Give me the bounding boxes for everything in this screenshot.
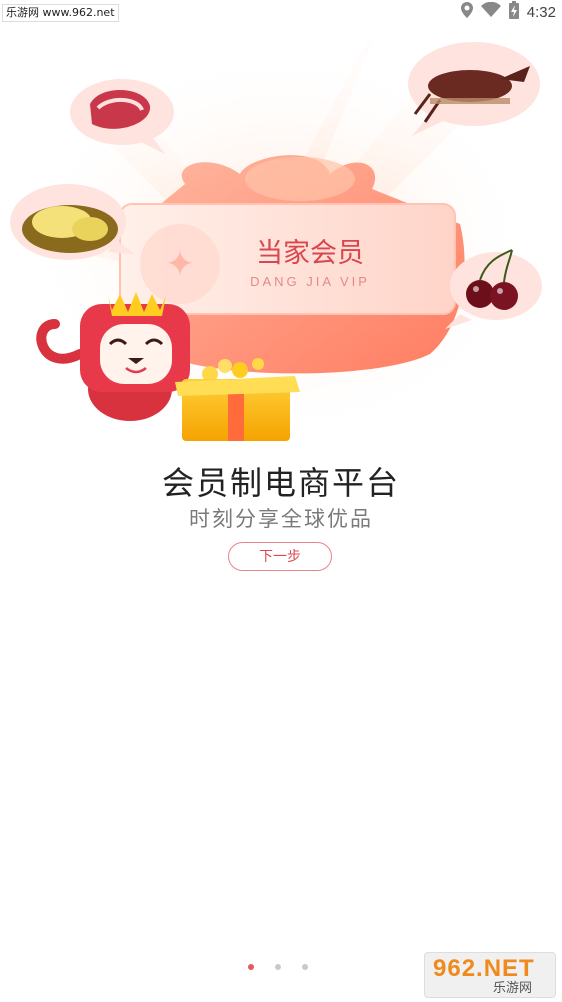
onboarding-headline: 会员制电商平台 xyxy=(161,464,400,502)
page-dot-2[interactable] xyxy=(275,964,281,970)
hero-graphic: ✦ 当家会员 DANG JIA VIP xyxy=(10,24,542,444)
status-bar: 乐游网 www.962.net 4:32 xyxy=(0,0,562,24)
status-icons: 4:32 xyxy=(460,0,556,24)
hero-illustration: ✦ 当家会员 DANG JIA VIP xyxy=(0,24,562,444)
vip-card-title: 当家会员 xyxy=(256,238,364,269)
svg-text:✦: ✦ xyxy=(165,244,195,285)
status-time: 4:32 xyxy=(526,3,556,21)
watermark-top-left: 乐游网 www.962.net xyxy=(2,4,119,22)
battery-charging-icon xyxy=(508,1,519,23)
lobster-bubble xyxy=(408,42,540,136)
onboarding-subheadline: 时刻分享全球优品 xyxy=(189,507,373,531)
next-button[interactable]: 下一步 xyxy=(228,542,332,571)
page-dot-3[interactable] xyxy=(302,964,308,970)
location-icon xyxy=(460,2,473,22)
page-indicator xyxy=(248,964,308,970)
watermark-bottom-right: 962.NET 乐游网 xyxy=(424,952,556,998)
wifi-icon xyxy=(480,1,501,22)
vip-card-subtitle: DANG JIA VIP xyxy=(250,274,370,289)
watermark-sub: 乐游网 xyxy=(493,981,533,996)
page-dot-1[interactable] xyxy=(248,964,254,970)
